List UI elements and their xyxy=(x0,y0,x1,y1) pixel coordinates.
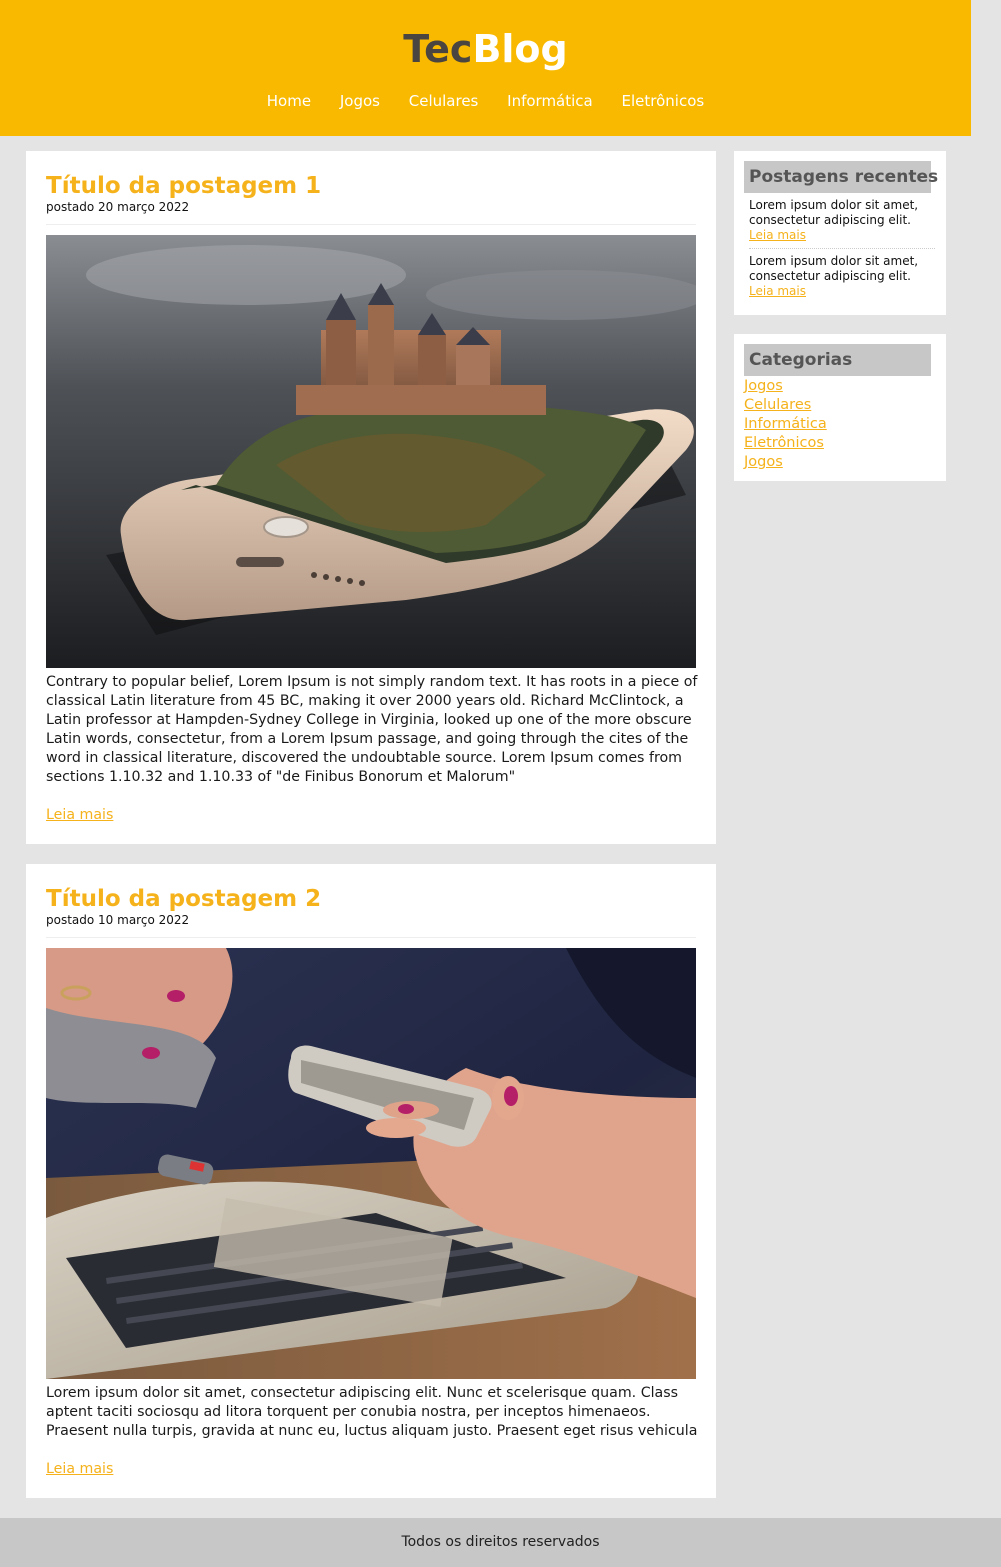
post-excerpt: Contrary to popular belief, Lorem Ipsum … xyxy=(46,674,698,785)
nav-home[interactable]: Home xyxy=(267,92,311,110)
read-more-link[interactable]: Leia mais xyxy=(46,806,113,825)
recent-divider xyxy=(749,248,935,249)
footer-text: Todos os direitos reservados xyxy=(401,1534,600,1550)
post-image-smartphone-castle xyxy=(46,235,696,668)
recent-post-item: Lorem ipsum dolor sit amet, consectetur … xyxy=(749,198,937,243)
recent-post-read-more[interactable]: Leia mais xyxy=(749,284,937,299)
category-item: Informática xyxy=(744,415,827,434)
post-excerpt: Lorem ipsum dolor sit amet, consectetur … xyxy=(46,1385,698,1439)
post-title[interactable]: Título da postagem 1 xyxy=(46,171,321,201)
category-list: Jogos Celulares Informática Eletrônicos … xyxy=(744,377,827,472)
post-date: postado 10 março 2022 xyxy=(46,913,190,927)
blog-post: Título da postagem 2 postado 10 março 20… xyxy=(26,864,716,1498)
blog-post: Título da postagem 1 postado 20 março 20… xyxy=(26,151,716,844)
category-item: Celulares xyxy=(744,396,827,415)
widget-title: Postagens recentes xyxy=(744,161,938,193)
recent-post-text: Lorem ipsum dolor sit amet, consectetur … xyxy=(749,254,919,283)
category-link-jogos[interactable]: Jogos xyxy=(744,378,783,394)
site-footer: Todos os direitos reservados xyxy=(0,1518,1001,1567)
main-nav: Home Jogos Celulares Informática Eletrôn… xyxy=(0,90,971,112)
post-divider xyxy=(46,937,696,938)
nav-celulares[interactable]: Celulares xyxy=(409,92,479,110)
nav-jogos[interactable]: Jogos xyxy=(340,92,380,110)
recent-post-item: Lorem ipsum dolor sit amet, consectetur … xyxy=(749,254,937,299)
widget-title: Categorias xyxy=(744,344,931,376)
categories-widget: Categorias Jogos Celulares Informática E… xyxy=(734,334,946,481)
site-header: TecBlog Home Jogos Celulares Informática… xyxy=(0,0,971,136)
site-logo[interactable]: TecBlog xyxy=(0,24,971,74)
recent-post-read-more[interactable]: Leia mais xyxy=(749,228,937,243)
category-item: Jogos xyxy=(744,377,827,396)
post-title[interactable]: Título da postagem 2 xyxy=(46,884,321,914)
category-item: Jogos xyxy=(744,453,827,472)
recent-posts-widget: Postagens recentes Lorem ipsum dolor sit… xyxy=(734,151,946,315)
category-link-jogos-2[interactable]: Jogos xyxy=(744,454,783,470)
logo-text-blog: Blog xyxy=(472,27,568,71)
post-divider xyxy=(46,224,696,225)
recent-post-text: Lorem ipsum dolor sit amet, consectetur … xyxy=(749,198,919,227)
post-date: postado 20 março 2022 xyxy=(46,200,190,214)
category-link-celulares[interactable]: Celulares xyxy=(744,397,811,413)
logo-text-tec: Tec xyxy=(403,27,473,71)
read-more-link[interactable]: Leia mais xyxy=(46,1460,113,1479)
nav-informatica[interactable]: Informática xyxy=(507,92,593,110)
category-link-informatica[interactable]: Informática xyxy=(744,416,827,432)
nav-eletronicos[interactable]: Eletrônicos xyxy=(622,92,705,110)
category-link-eletronicos[interactable]: Eletrônicos xyxy=(744,435,824,451)
category-item: Eletrônicos xyxy=(744,434,827,453)
post-image-hands-phone-laptop xyxy=(46,948,696,1379)
